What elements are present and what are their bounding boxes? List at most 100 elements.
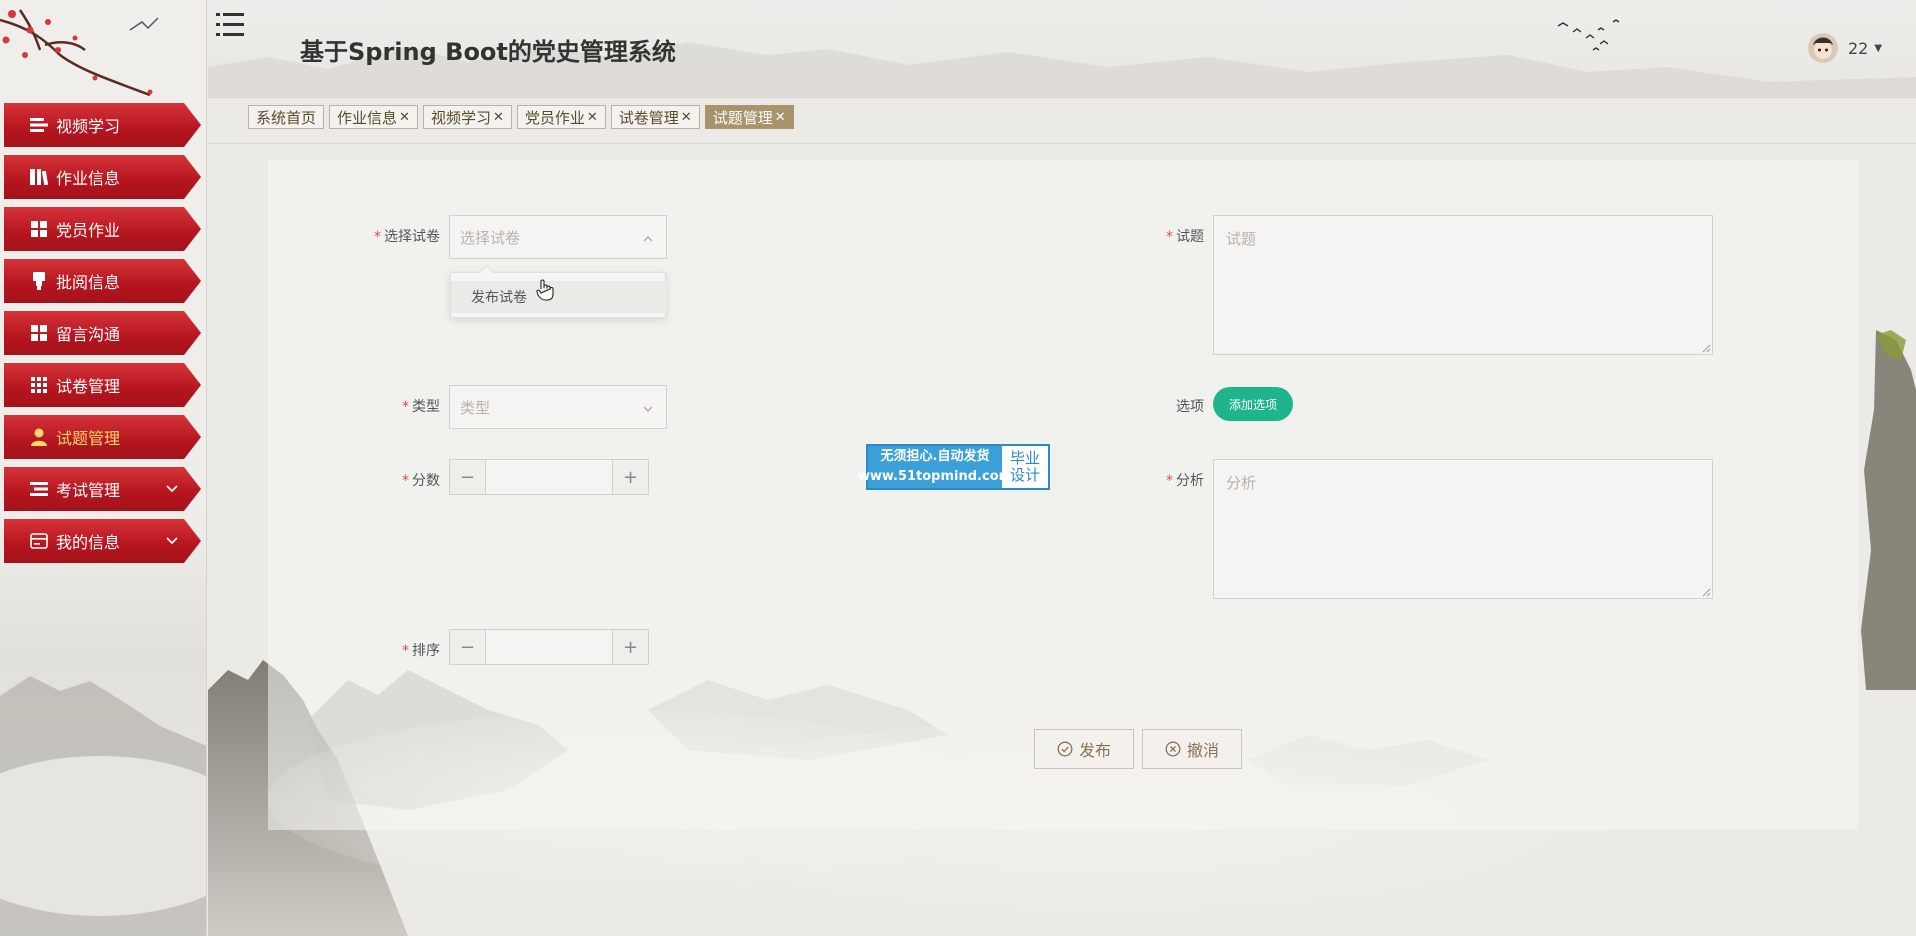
ad-badge-line1: 毕业 (1009, 449, 1040, 467)
paper-label-text: 选择试卷 (384, 229, 440, 245)
tab-member-homework[interactable]: 党员作业 ✕ (516, 105, 606, 129)
order-label: * 排序 (360, 640, 440, 660)
stamp-icon (30, 272, 48, 290)
publish-button-label: 发布 (1078, 741, 1111, 760)
check-circle-icon (1057, 741, 1073, 757)
sidebar-item-homework-info[interactable]: 作业信息 (4, 155, 201, 199)
list-icon (30, 116, 48, 134)
sidebar-item-member-homework[interactable]: 党员作业 (4, 207, 201, 251)
resize-handle-icon[interactable] (1701, 343, 1711, 353)
birds-decoration (1557, 19, 1620, 51)
chevron-down-icon (642, 401, 654, 419)
required-mark: * (402, 473, 409, 489)
chevron-down-icon (165, 532, 179, 551)
increment-button[interactable]: + (612, 460, 648, 494)
analysis-placeholder: 分析 (1226, 474, 1257, 492)
cancel-button-label: 撤消 (1186, 741, 1219, 760)
dropdown-option[interactable]: 发布试卷 (451, 281, 667, 313)
required-mark: * (1166, 229, 1173, 245)
analysis-label: * 分析 (1120, 470, 1204, 490)
sidebar-item-label: 考试管理 (56, 481, 121, 500)
publish-button[interactable]: 发布 (1034, 729, 1134, 769)
sidebar-item-label: 我的信息 (56, 533, 121, 552)
tab-homework-info[interactable]: 作业信息 ✕ (329, 105, 418, 129)
sidebar-item-question-management[interactable]: 试题管理 (4, 415, 201, 459)
type-label: * 类型 (360, 396, 440, 416)
close-icon[interactable]: ✕ (587, 110, 598, 125)
paper-label: * 选择试卷 (360, 226, 440, 246)
tab-label: 作业信息 (337, 108, 398, 127)
decrement-button[interactable]: − (450, 460, 486, 494)
type-select-placeholder: 类型 (460, 398, 491, 417)
type-label-text: 类型 (412, 399, 440, 415)
sidebar-item-my-info[interactable]: 我的信息 (4, 519, 201, 563)
tab-system-home[interactable]: 系统首页 (248, 105, 325, 129)
question-placeholder: 试题 (1226, 230, 1257, 248)
user-name: 22 (1848, 38, 1869, 58)
sidebar-item-label: 作业信息 (56, 169, 121, 188)
card-icon (30, 532, 48, 550)
sidebar-item-label: 试卷管理 (56, 377, 121, 396)
sidebar-item-message[interactable]: 留言沟通 (4, 311, 201, 355)
user-menu[interactable]: 22 ▼ (1808, 33, 1882, 63)
question-label-text: 试题 (1176, 229, 1204, 245)
score-stepper: − + (449, 459, 649, 495)
close-icon[interactable]: ✕ (399, 110, 410, 125)
type-select[interactable]: 类型 (449, 385, 667, 429)
tab-paper-management[interactable]: 试卷管理 ✕ (610, 105, 700, 129)
tabs-bar: 系统首页 作业信息 ✕ 视频学习 ✕ 党员作业 ✕ 试卷管理 ✕ 试题管理 ✕ (208, 99, 1916, 144)
sidebar-item-exam-management[interactable]: 考试管理 (4, 467, 201, 511)
paper-select-placeholder: 选择试卷 (460, 228, 521, 247)
tab-question-management[interactable]: 试题管理 ✕ (704, 105, 794, 129)
chevron-up-icon (642, 231, 654, 249)
sidebar-item-video-study[interactable]: 视频学习 (4, 103, 201, 147)
tab-video-study[interactable]: 视频学习 ✕ (422, 105, 512, 129)
close-icon[interactable]: ✕ (681, 110, 692, 125)
order-input[interactable] (486, 630, 612, 664)
tab-label: 视频学习 (430, 108, 491, 127)
sidebar-item-label: 试题管理 (56, 429, 121, 448)
score-input[interactable] (486, 460, 612, 494)
increment-button[interactable]: + (612, 630, 648, 664)
ad-badge-line2: 设计 (1009, 466, 1040, 484)
cancel-button[interactable]: 撤消 (1142, 729, 1242, 769)
analysis-textarea[interactable]: 分析 (1213, 459, 1713, 599)
paper-select[interactable]: 选择试卷 (449, 215, 667, 259)
top-header: 基于Spring Boot的党史管理系统 22 ▼ (208, 0, 1916, 98)
question-textarea[interactable]: 试题 (1213, 215, 1713, 355)
required-mark: * (374, 229, 381, 245)
question-label: * 试题 (1120, 226, 1204, 246)
required-mark: * (402, 643, 409, 659)
book-icon (30, 168, 48, 186)
ad-badge: 毕业 设计 (1002, 446, 1048, 488)
watermark-ad: 无须担心.自动发货 www.51topmind.com 毕业 设计 (858, 444, 1050, 490)
options-label: 选项 (1176, 399, 1204, 415)
sidebar-item-paper-management[interactable]: 试卷管理 (4, 363, 201, 407)
plum-blossom-decoration (0, 9, 159, 97)
apps-icon (30, 376, 48, 394)
grid-icon (30, 324, 48, 342)
ad-line2: www.51topmind.com (857, 469, 1013, 484)
order-stepper: − + (449, 629, 649, 665)
resize-handle-icon[interactable] (1701, 587, 1711, 597)
close-icon[interactable]: ✕ (493, 110, 504, 125)
ad-line1: 无须担心.自动发货 (880, 449, 990, 464)
tab-list: 系统首页 作业信息 ✕ 视频学习 ✕ 党员作业 ✕ 试卷管理 ✕ 试题管理 ✕ (248, 105, 799, 129)
add-option-button[interactable]: 添加选项 (1213, 387, 1293, 421)
tab-label: 党员作业 (524, 108, 585, 127)
sidebar-item-review-info[interactable]: 批阅信息 (4, 259, 201, 303)
decrement-button[interactable]: − (450, 630, 486, 664)
sidebar-item-label: 留言沟通 (56, 325, 121, 344)
tab-label: 系统首页 (256, 108, 317, 127)
close-circle-icon (1165, 741, 1181, 757)
close-icon[interactable]: ✕ (775, 110, 786, 125)
menu-toggle-icon[interactable] (216, 12, 246, 42)
cliff-scenery (1861, 330, 1916, 690)
grid-icon (30, 220, 48, 238)
sidebar-item-label: 批阅信息 (56, 273, 121, 292)
order-label-text: 排序 (412, 643, 440, 659)
sidebar-menu: 视频学习 作业信息 党员作业 批阅信息 留言沟通 试卷管理 试题管理 考试管理 … (4, 103, 201, 571)
list-icon (30, 480, 48, 498)
chevron-down-icon (165, 480, 179, 499)
sidebar-item-label: 视频学习 (56, 117, 121, 136)
